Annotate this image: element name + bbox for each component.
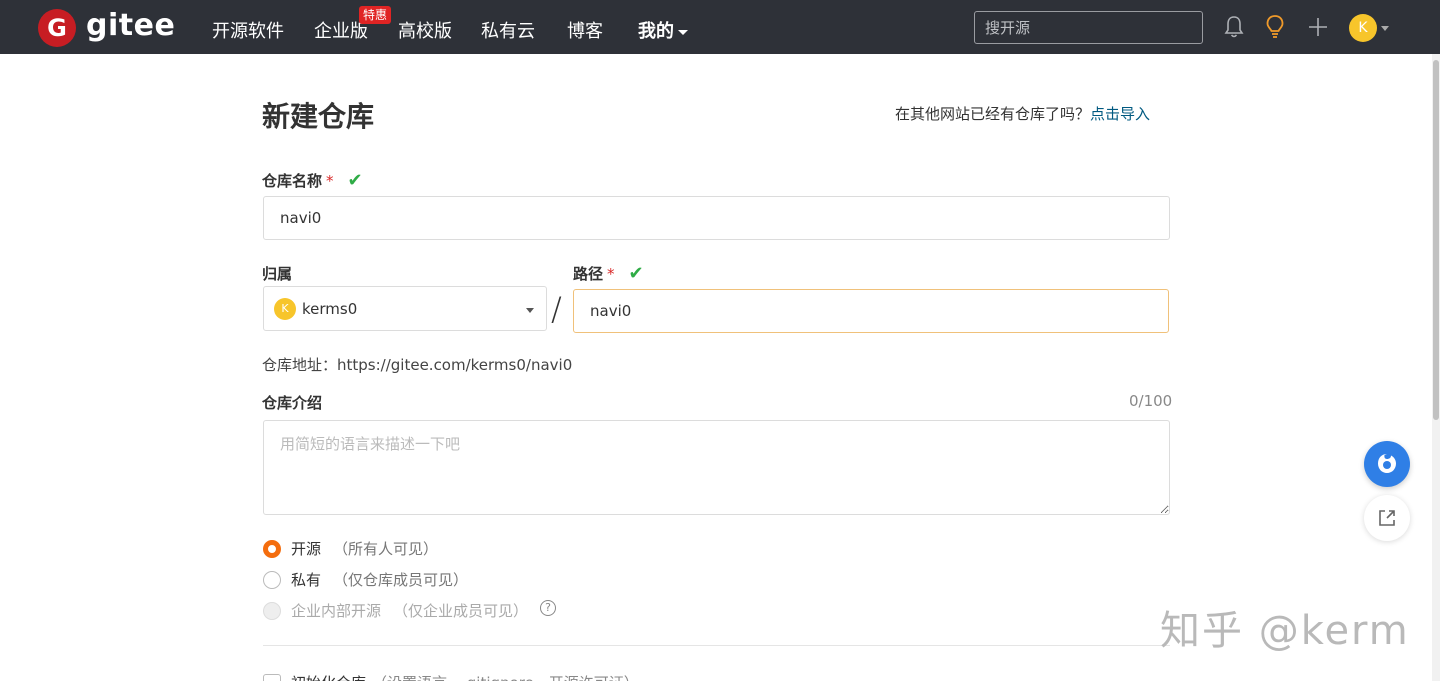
chevron-down-icon[interactable] — [1381, 26, 1389, 31]
init-description: （设置语言、.gitignore、开源许可证） — [372, 672, 639, 681]
nav-blog[interactable]: 博客 — [567, 17, 603, 43]
promo-badge: 特惠 — [359, 6, 392, 24]
path-value: navi0 — [590, 302, 632, 320]
owner-label: 归属 — [262, 265, 293, 283]
share-float-button[interactable] — [1364, 495, 1410, 541]
user-avatar[interactable]: K — [1349, 14, 1377, 42]
repo-name-input[interactable]: navi0 — [263, 196, 1170, 240]
import-hint-text: 在其他网站已经有仓库了吗？ — [895, 105, 1091, 123]
radio-label: 私有 — [291, 571, 322, 589]
plus-icon[interactable] — [1306, 14, 1330, 40]
repo-name-value: navi0 — [280, 209, 322, 227]
init-repo-option[interactable]: 初始化仓库 （设置语言、.gitignore、开源许可证） — [263, 672, 639, 681]
bell-icon[interactable] — [1222, 14, 1246, 40]
owner-select[interactable]: K kerms0 — [263, 286, 547, 331]
share-icon — [1379, 510, 1395, 526]
visibility-option-private[interactable]: 私有 （仅仓库成员可见） — [263, 569, 468, 590]
nav-education[interactable]: 高校版 — [398, 17, 452, 43]
radio-description: （仅企业成员可见） — [393, 602, 529, 620]
visibility-option-enterprise: 企业内部开源 （仅企业成员可见） ? — [263, 599, 557, 621]
path-label-text: 路径 — [573, 265, 604, 283]
owner-value: kerms0 — [302, 299, 358, 318]
desc-label: 仓库介绍 — [262, 394, 323, 412]
nav-open-source[interactable]: 开源软件 — [212, 17, 284, 43]
assistant-icon — [1378, 454, 1396, 473]
radio-button[interactable] — [263, 570, 281, 589]
search-input[interactable] — [974, 11, 1203, 44]
nav-mine-menu[interactable]: 我的 — [638, 17, 688, 43]
required-mark: * — [607, 265, 615, 283]
nav-mine-label: 我的 — [638, 21, 674, 42]
required-mark: * — [326, 172, 334, 190]
chevron-down-icon — [526, 308, 534, 313]
radio-description: （仅仓库成员可见） — [333, 571, 469, 589]
repo-url: 仓库地址：https://gitee.com/kerms0/navi0 — [262, 356, 573, 374]
import-hint: 在其他网站已经有仓库了吗？点击导入 — [895, 103, 1150, 124]
gitee-logo-icon[interactable]: G — [38, 9, 76, 47]
check-icon: ✔ — [347, 170, 363, 191]
help-icon[interactable]: ? — [540, 599, 557, 616]
path-input[interactable]: navi0 — [573, 289, 1169, 333]
owner-avatar: K — [274, 297, 296, 320]
lightbulb-icon[interactable] — [1263, 14, 1287, 40]
radio-button — [263, 601, 281, 620]
desc-textarea[interactable] — [263, 420, 1170, 515]
import-link[interactable]: 点击导入 — [1090, 105, 1150, 123]
desc-counter: 0/100 — [1129, 392, 1173, 410]
nav-private-cloud[interactable]: 私有云 — [481, 17, 535, 43]
watermark: 知乎 @kerm — [1160, 608, 1410, 654]
path-separator: / — [551, 290, 562, 328]
visibility-option-public[interactable]: 开源 （所有人可见） — [263, 538, 438, 559]
repo-name-label: 仓库名称 * ✔ — [262, 170, 363, 191]
path-label: 路径 * ✔ — [573, 263, 644, 284]
repo-name-label-text: 仓库名称 — [262, 172, 323, 190]
scrollbar-thumb[interactable] — [1433, 60, 1439, 420]
init-checkbox[interactable] — [263, 673, 281, 681]
init-label: 初始化仓库 — [291, 672, 366, 681]
radio-label: 开源 — [291, 540, 322, 558]
gitee-logo-text[interactable]: gitee — [86, 8, 175, 43]
radio-description: （所有人可见） — [333, 540, 439, 558]
divider — [263, 645, 1170, 646]
top-nav: G gitee 开源软件 企业版 特惠 高校版 私有云 博客 我的 K — [0, 0, 1440, 54]
radio-label: 企业内部开源 — [291, 602, 382, 620]
assistant-float-button[interactable] — [1364, 441, 1410, 487]
check-icon: ✔ — [628, 263, 644, 284]
radio-button[interactable] — [263, 539, 281, 558]
chevron-down-icon — [678, 29, 688, 35]
page-title: 新建仓库 — [262, 100, 375, 133]
